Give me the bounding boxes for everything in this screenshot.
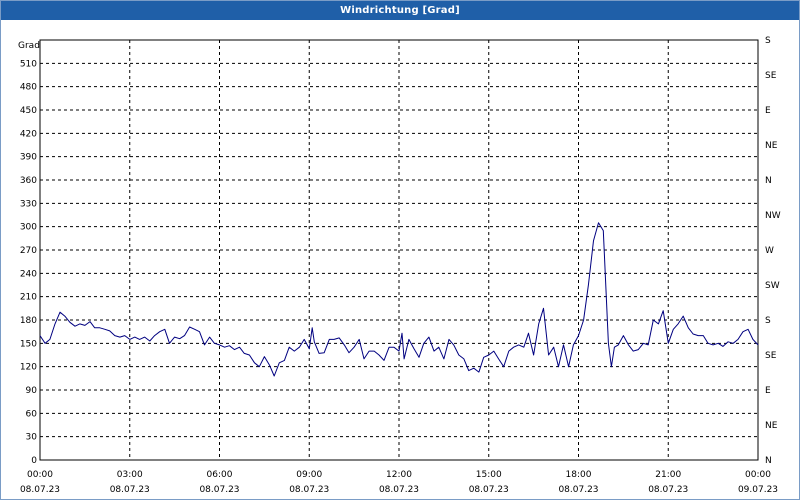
y-tick-label: 450 [20,106,37,116]
y-tick-label: 480 [20,83,37,93]
x-tick-time-label: 09:00 [296,470,322,480]
y-tick-label: 210 [20,293,37,303]
right-tick-label: E [765,106,771,116]
x-tick-date-label: 08.07.23 [289,485,329,495]
y-tick-label: 240 [20,269,37,279]
y-tick-label: 300 [20,223,37,233]
y-tick-label: 0 [31,456,37,466]
y-tick-label: 120 [20,363,37,373]
x-tick-date-label: 08.07.23 [469,485,509,495]
x-tick-time-label: 00:00 [745,470,771,480]
right-tick-label: N [765,456,772,466]
x-tick-time-label: 03:00 [117,470,143,480]
line-chart: Grad 0 30 60 90 120 150 180 210 240 270 300 330 360 3… [18,36,781,495]
x-tick-time-label: 15:00 [476,470,502,480]
x-tick-time-label: 21:00 [655,470,681,480]
right-tick-label: W [765,246,774,256]
x-tick-date-label: 08.07.23 [199,485,239,495]
y-tick-label: 60 [26,409,38,419]
grid-lines [40,40,758,460]
y-tick-label: 510 [20,59,37,69]
x-tick-time-label: 00:00 [27,470,53,480]
right-tick-label: NW [765,211,781,221]
x-tick-date-label: 08.07.23 [379,485,419,495]
x-tick-time-label: 18:00 [566,470,592,480]
right-tick-label: SE [765,71,777,81]
y-tick-labels: 0 30 60 90 120 150 180 210 240 270 300 330 360 390 420… [20,59,37,466]
x-tick-time-label: 06:00 [207,470,233,480]
right-tick-label: NE [765,421,778,431]
x-tick-date-label: 08.07.23 [20,485,60,495]
y-tick-label: 30 [26,433,38,443]
right-tick-label: S [765,36,771,46]
right-tick-label: SE [765,351,777,361]
x-tick-date-label: 09.07.23 [738,485,778,495]
y-tick-label: 270 [20,246,37,256]
y-tick-label: 360 [20,176,37,186]
right-tick-label: SW [765,281,780,291]
x-tick-date-label: 08.07.23 [558,485,598,495]
y-tick-label: 180 [20,316,37,326]
right-tick-labels: N NE E SE S SW W NW N NE E SE S [765,36,781,466]
y-tick-label: 150 [20,339,37,349]
right-tick-label: E [765,386,771,396]
x-tick-time-label: 12:00 [386,470,412,480]
y-tick-label: 390 [20,153,37,163]
x-tick-date-label: 08.07.23 [110,485,150,495]
right-tick-label: N [765,176,772,186]
y-axis-label: Grad [18,41,40,51]
right-tick-label: NE [765,141,778,151]
y-tick-label: 330 [20,199,37,209]
x-tick-date-label: 08.07.23 [648,485,688,495]
y-tick-label: 420 [20,129,37,139]
right-tick-label: S [765,316,771,326]
x-tick-labels: 00:00 08.07.23 03:00 08.07.23 06:00 08.07.23 0… [20,470,778,495]
y-tick-label: 90 [26,386,38,396]
